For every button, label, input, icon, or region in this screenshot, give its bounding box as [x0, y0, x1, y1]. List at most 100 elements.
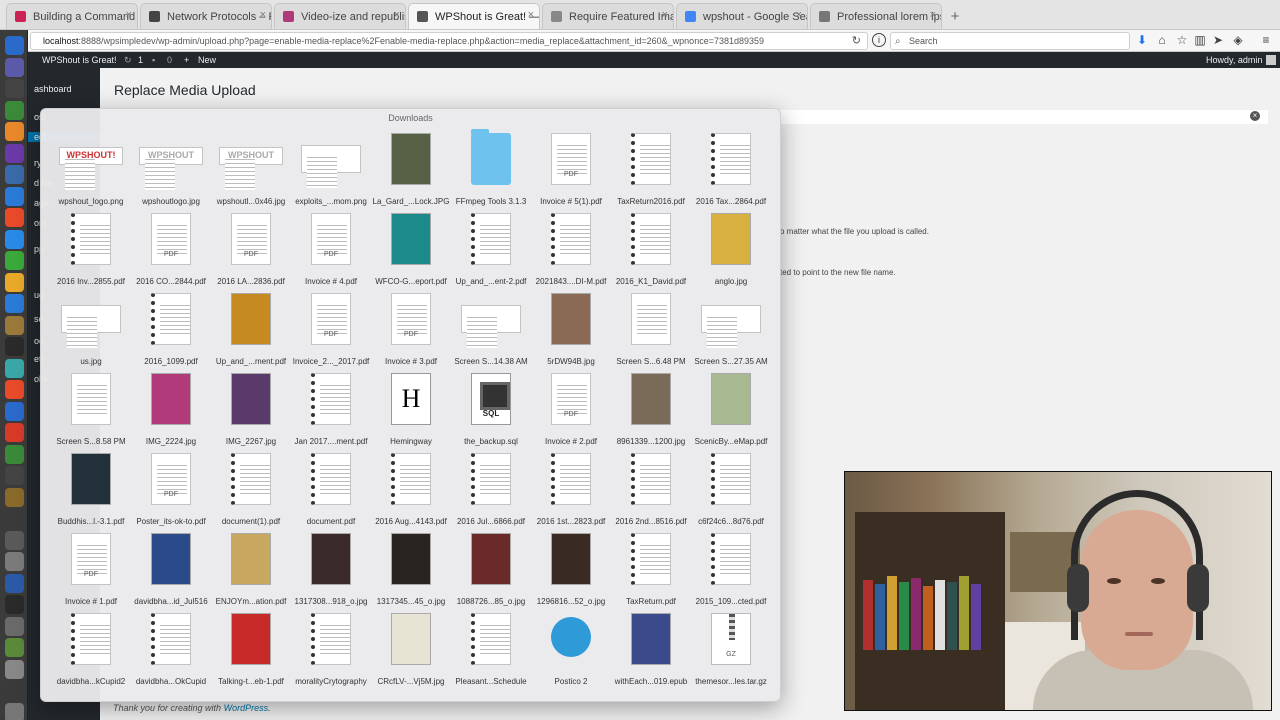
file-item[interactable]: 2016 2nd...8516.pdf [610, 453, 692, 533]
file-item[interactable]: davidbha...kCupid2 [50, 613, 132, 693]
file-item[interactable]: IMG_2267.jpg [210, 373, 292, 453]
reload-icon[interactable]: ↻ [852, 33, 861, 49]
file-item[interactable]: 5rDW94B.jpg [530, 293, 612, 373]
file-item[interactable]: document(1).pdf [210, 453, 292, 533]
address-bar[interactable]: localhost:8888/wpsimpledev/wp-admin/uplo… [30, 32, 868, 50]
dock-app-icon[interactable] [5, 509, 24, 528]
dock-app-icon[interactable] [5, 681, 24, 700]
file-item[interactable]: WFCO-G...eport.pdf [370, 213, 452, 293]
dock-app-icon[interactable] [5, 337, 24, 356]
file-item[interactable]: PDF Invoice # 2.pdf [530, 373, 612, 453]
tab-close-icon[interactable]: × [260, 9, 266, 21]
file-item[interactable]: WPSHOUT wpshoutlogo.jpg [130, 133, 212, 213]
new-tab-button[interactable]: + [944, 3, 966, 29]
file-item[interactable]: Buddhis...l.-3.1.pdf [50, 453, 132, 533]
site-name-link[interactable]: WPShout is Great! [42, 52, 117, 68]
file-item[interactable]: 1088726...85_o.jpg [450, 533, 532, 613]
file-item[interactable]: 1296816...52_o.jpg [530, 533, 612, 613]
file-item[interactable]: 2016 Aug...4143.pdf [370, 453, 452, 533]
browser-tab[interactable]: Professional lorem ipsum gen× [810, 3, 942, 29]
new-plus-icon[interactable]: + [184, 52, 189, 68]
file-item[interactable]: TaxReturn.pdf [610, 533, 692, 613]
file-item[interactable]: 2015_109...cted.pdf [690, 533, 772, 613]
file-item[interactable]: ScenicBy...eMap.pdf [690, 373, 772, 453]
file-item[interactable]: CRcfLV-...Vj5M.jpg [370, 613, 452, 693]
search-input[interactable]: ⌕ Search [890, 32, 1130, 50]
dock-app-icon[interactable] [5, 100, 24, 120]
file-item[interactable]: PDF Invoice_2..._2017.pdf [290, 293, 372, 373]
browser-tab[interactable]: WPShout is Great! — WordPres× [408, 3, 540, 29]
dock-app-icon[interactable] [5, 702, 24, 720]
dock-app-icon[interactable] [5, 165, 24, 184]
wp-menu-item[interactable]: ashboard [28, 84, 100, 94]
file-item[interactable]: us.jpg [50, 293, 132, 373]
file-item[interactable]: PDF Invoice # 5(1).pdf [530, 133, 612, 213]
dock-app-icon[interactable] [5, 573, 24, 593]
tab-close-icon[interactable]: × [796, 9, 802, 21]
file-item[interactable]: ENJOYm...ation.pdf [210, 533, 292, 613]
file-item[interactable]: WPSHOUT! wpshout_logo.png [50, 133, 132, 213]
dock-app-icon[interactable] [5, 57, 24, 77]
dock-app-icon[interactable] [5, 79, 24, 98]
file-item[interactable]: Screen S...6.48 PM [610, 293, 692, 373]
file-item[interactable]: Up_and_...ment.pdf [210, 293, 292, 373]
file-item[interactable]: IMG_2224.jpg [130, 373, 212, 453]
file-item[interactable]: 2016 Inv...2855.pdf [50, 213, 132, 293]
file-item[interactable]: 1317308...918_o.jpg [290, 533, 372, 613]
avatar[interactable] [1266, 55, 1276, 65]
home-icon[interactable]: ⌂ [1154, 33, 1170, 47]
browser-tab[interactable]: Video-ize and republish this× [274, 3, 406, 29]
file-item[interactable]: withEach...019.epub [610, 613, 692, 693]
file-item[interactable]: 1317345...45_o.jpg [370, 533, 452, 613]
file-item[interactable]: FFmpeg Tools 3.1.3 [450, 129, 532, 213]
bookmark-star-icon[interactable]: ☆ [1174, 33, 1190, 47]
dock-app-icon[interactable] [5, 122, 24, 141]
dock-app-icon[interactable] [5, 36, 24, 55]
dock-app-icon[interactable] [5, 616, 24, 636]
tab-close-icon[interactable]: × [126, 9, 132, 21]
file-item[interactable]: 2016 Jul...6866.pdf [450, 453, 532, 533]
file-item[interactable]: TaxReturn2016.pdf [610, 133, 692, 213]
file-item[interactable]: Screen S...14.38 AM [450, 293, 532, 373]
howdy-link[interactable]: Howdy, admin [1206, 52, 1262, 68]
file-item[interactable]: Screen S...27.35 AM [690, 293, 772, 373]
extension-icon[interactable]: ◈ [1230, 33, 1246, 47]
dock-app-icon[interactable] [5, 229, 24, 249]
comments-icon[interactable]: ▪ [152, 52, 155, 68]
dock-app-icon[interactable] [5, 530, 24, 550]
menu-icon[interactable]: ≡ [1258, 33, 1274, 47]
file-item[interactable]: Screen S...8.58 PM [50, 373, 132, 453]
file-item[interactable]: La_Gard_...Lock.JPG [370, 133, 452, 213]
file-item[interactable]: anglo.jpg [690, 213, 772, 293]
dock-app-icon[interactable] [5, 659, 24, 679]
file-item[interactable]: H Hemingway [370, 373, 452, 453]
dock-app-icon[interactable] [5, 358, 24, 378]
file-item[interactable]: WPSHOUT wpshoutl...0x46.jpg [210, 133, 292, 213]
file-item[interactable]: Up_and_...ent-2.pdf [450, 213, 532, 293]
library-icon[interactable]: ▥ [1192, 33, 1208, 47]
dock-app-icon[interactable] [5, 487, 24, 507]
dock-app-icon[interactable] [5, 595, 24, 614]
file-item[interactable]: Postico 2 [530, 613, 612, 693]
browser-tab[interactable]: Require Featured Image Page ‹ W× [542, 3, 674, 29]
file-item[interactable]: 8961339...1200.jpg [610, 373, 692, 453]
file-item[interactable]: Jan 2017....ment.pdf [290, 373, 372, 453]
dock-app-icon[interactable] [5, 143, 24, 163]
dock-app-icon[interactable] [5, 552, 24, 571]
file-item[interactable]: PDF Invoice # 4.pdf [290, 213, 372, 293]
new-content-link[interactable]: New [198, 52, 216, 68]
dismiss-icon[interactable]: × [1250, 111, 1260, 121]
tab-close-icon[interactable]: × [528, 9, 534, 21]
file-item[interactable]: davidbha...id_Jul516 [130, 533, 212, 613]
file-item[interactable]: document.pdf [290, 453, 372, 533]
file-item[interactable]: 2021843....DI-M.pdf [530, 213, 612, 293]
file-item[interactable]: 2016_K1_David.pdf [610, 213, 692, 293]
file-item[interactable]: exploits_...mom.png [290, 133, 372, 213]
file-item[interactable]: PDF Poster_its-ok-to.pdf [130, 453, 212, 533]
dock-app-icon[interactable] [5, 251, 24, 270]
dock-app-icon[interactable] [5, 423, 24, 442]
dock-app-icon[interactable] [5, 638, 24, 657]
dock-app-icon[interactable] [5, 208, 24, 227]
file-item[interactable]: Pleasant...Schedule [450, 613, 532, 693]
file-item[interactable]: Talking-t...eb-1.pdf [210, 613, 292, 693]
